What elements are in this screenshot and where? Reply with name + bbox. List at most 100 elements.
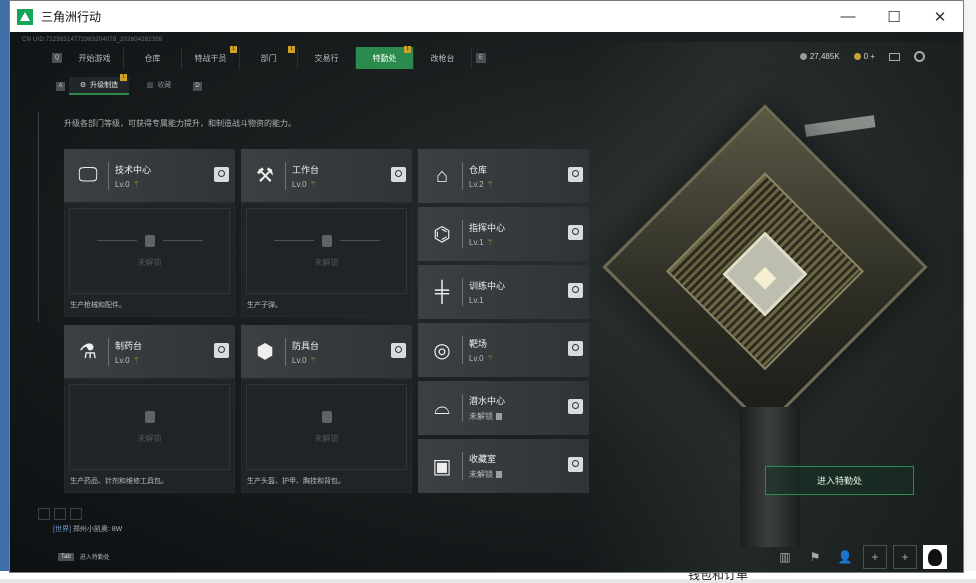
facility-card-workbench[interactable]: ⚒ 工作台 Lv.0 ⚚ <box>241 149 412 203</box>
add-slot-button[interactable]: + <box>893 545 917 569</box>
upgrade-icon: ⚚ <box>309 355 317 365</box>
subnav-next-key[interactable]: D <box>193 81 202 91</box>
gear-icon: ⚙ <box>79 82 87 89</box>
bottom-toolbar: ▥ ⚑ 👤 + + <box>773 545 947 569</box>
lock-icon <box>496 471 502 478</box>
facility-card-command-center[interactable]: ⌬ 指挥中心 Lv.1 ⚚ <box>418 207 589 261</box>
tab-hint[interactable]: Tab 进入特勤处 <box>58 552 110 561</box>
search-icon[interactable] <box>214 343 229 358</box>
upgrade-icon: ⚚ <box>132 355 140 365</box>
subnav-prev-key[interactable]: A <box>56 81 65 91</box>
title-bar: 三角洲行动 — ☐ ✕ <box>10 1 963 32</box>
mail-icon[interactable] <box>889 52 900 61</box>
dumbbell-icon: ╪ <box>434 280 450 303</box>
avatar[interactable] <box>923 545 947 569</box>
facility-card-diving-center[interactable]: ⌓ 潜水中心 未解锁 <box>418 381 589 435</box>
search-icon[interactable] <box>568 399 583 414</box>
notification-badge: 1 <box>288 46 295 53</box>
monitor-icon: 🖵 <box>78 164 98 186</box>
page-description: 升级各部门等级，可获得专属能力提升，和制造战斗物资的能力。 <box>64 119 296 128</box>
facility-card-pharmacy[interactable]: ⚗ 制药台 Lv.0 ⚚ <box>64 325 235 379</box>
upgrade-icon: ⚚ <box>309 179 317 189</box>
tab-gunsmith[interactable]: 改枪台 <box>414 47 472 69</box>
facility-card-collection-room[interactable]: ▣ 收藏室 未解锁 <box>418 439 589 493</box>
app-logo-icon <box>17 8 33 25</box>
target-icon: ◎ <box>433 339 451 362</box>
search-icon[interactable] <box>391 167 406 182</box>
upgrade-icon: ⚚ <box>486 354 494 363</box>
collection-icon: ▥ <box>146 82 154 89</box>
tab-warehouse[interactable]: 仓库 <box>124 47 182 69</box>
facility-column-1: 🖵 技术中心 Lv.0 ⚚ 未解锁 生产枪械和配件。 ⚗ 制药台 Lv.0 ⚚ 未解锁 … <box>64 149 235 493</box>
microscope-icon: ⚗ <box>79 341 97 363</box>
pager-decoration <box>38 508 82 520</box>
top-nav: Q 开始游戏 仓库 特战干员 1 部门 1 交易行 特勤处 1 改枪台 E <box>48 46 490 69</box>
hexagons-icon: ⬢ <box>256 341 274 363</box>
facility-card-warehouse[interactable]: ⌂ 仓库 Lv.2 ⚚ <box>418 149 589 203</box>
uid-text: CN UID:722583147729832040​78_20260428235… <box>22 37 163 43</box>
lock-icon <box>144 234 155 247</box>
nav-next-key[interactable]: E <box>476 53 486 63</box>
warehouse-icon: ⌂ <box>435 164 449 187</box>
silver-coin-icon <box>799 53 807 60</box>
window-title: 三角洲行动 <box>41 10 102 24</box>
diving-icon: ⌓ <box>434 396 450 419</box>
search-icon[interactable] <box>568 283 583 298</box>
facility-card-tech-center[interactable]: 🖵 技术中心 Lv.0 ⚚ <box>64 149 235 203</box>
tab-special-ops[interactable]: 特勤处 1 <box>356 46 414 69</box>
friends-icon[interactable]: 👤 <box>833 545 857 569</box>
add-slot-button[interactable]: + <box>863 545 887 569</box>
window-controls: — ☐ ✕ <box>825 1 963 32</box>
nav-prev-key[interactable]: Q <box>52 53 62 63</box>
notification-badge: 1 <box>120 74 127 81</box>
tools-icon: ⚒ <box>256 165 274 187</box>
tab-operators[interactable]: 特战干员 1 <box>182 46 240 69</box>
close-button[interactable]: ✕ <box>917 1 963 32</box>
maximize-button[interactable]: ☐ <box>871 1 917 32</box>
facility-card-shooting-range[interactable]: ◎ 靶场 Lv.0 ⚚ <box>418 323 589 377</box>
facility-column-3: ⌂ 仓库 Lv.2 ⚚ ⌬ 指挥中心 Lv.1 ⚚ ╪ 训练中心 Lv.1 ◎ 靶场 Lv.… <box>418 149 589 497</box>
gold-coin-icon <box>853 53 861 60</box>
facility-body-pharmacy: 未解锁 生产药品、针剂和维修工具包。 <box>64 379 235 493</box>
left-rail-decoration <box>38 112 39 322</box>
tab-start-game[interactable]: 开始游戏 <box>66 47 124 69</box>
chat-message[interactable]: [世界] 郑州小凯奥: 8W <box>53 524 122 534</box>
upgrade-icon: ⚚ <box>132 179 140 189</box>
search-icon[interactable] <box>568 225 583 240</box>
silver-currency: 27,485K <box>799 52 840 61</box>
lock-icon <box>496 413 502 420</box>
subtab-upgrade-craft[interactable]: ⚙ 升级制造 1 <box>69 74 129 95</box>
sub-nav: A ⚙ 升级制造 1 ▥ 收藏 D <box>52 74 206 95</box>
gold-currency[interactable]: 0 + <box>853 52 875 61</box>
wardrobe-icon[interactable]: ⚑ <box>803 545 827 569</box>
lock-icon <box>321 234 332 247</box>
upgrade-icon: ⚚ <box>486 238 494 247</box>
facility-body-tech-center: 未解锁 生产枪械和配件。 <box>64 203 235 317</box>
lock-icon <box>144 410 155 423</box>
notification-badge: 1 <box>230 46 237 53</box>
search-icon[interactable] <box>391 343 406 358</box>
chip-icon: ⌬ <box>433 223 451 246</box>
top-right-status: 27,485K 0 + <box>799 51 925 62</box>
tab-trading[interactable]: 交易行 <box>298 47 356 69</box>
search-icon[interactable] <box>568 341 583 356</box>
facility-card-training-center[interactable]: ╪ 训练中心 Lv.1 <box>418 265 589 319</box>
search-icon[interactable] <box>568 167 583 182</box>
collection-icon: ▣ <box>432 455 452 478</box>
search-icon[interactable] <box>214 167 229 182</box>
desktop-right-strip <box>966 0 976 579</box>
enter-special-ops-button[interactable]: 进入特勤处 <box>765 466 914 495</box>
facility-body-armor-bench: 未解锁 生产头盔、护甲、胸挂和背包。 <box>241 379 412 493</box>
tab-department[interactable]: 部门 1 <box>240 46 298 69</box>
facility-body-workbench: 未解锁 生产子弹。 <box>241 203 412 317</box>
search-icon[interactable] <box>568 457 583 472</box>
facility-card-armor-bench[interactable]: ⬢ 防具台 Lv.0 ⚚ <box>241 325 412 379</box>
upgrade-icon: ⚚ <box>486 180 494 189</box>
game-window: 三角洲行动 — ☐ ✕ CN UID:722583147729832040​78… <box>9 0 964 573</box>
settings-gear-icon[interactable] <box>914 51 925 62</box>
lock-icon <box>321 410 332 423</box>
stats-chart-icon[interactable]: ▥ <box>773 545 797 569</box>
subtab-collection[interactable]: ▥ 收藏 <box>129 77 189 95</box>
facility-column-2: ⚒ 工作台 Lv.0 ⚚ 未解锁 生产子弹。 ⬢ 防具台 Lv.0 ⚚ 未解锁 生产头盔… <box>241 149 412 493</box>
minimize-button[interactable]: — <box>825 1 871 32</box>
